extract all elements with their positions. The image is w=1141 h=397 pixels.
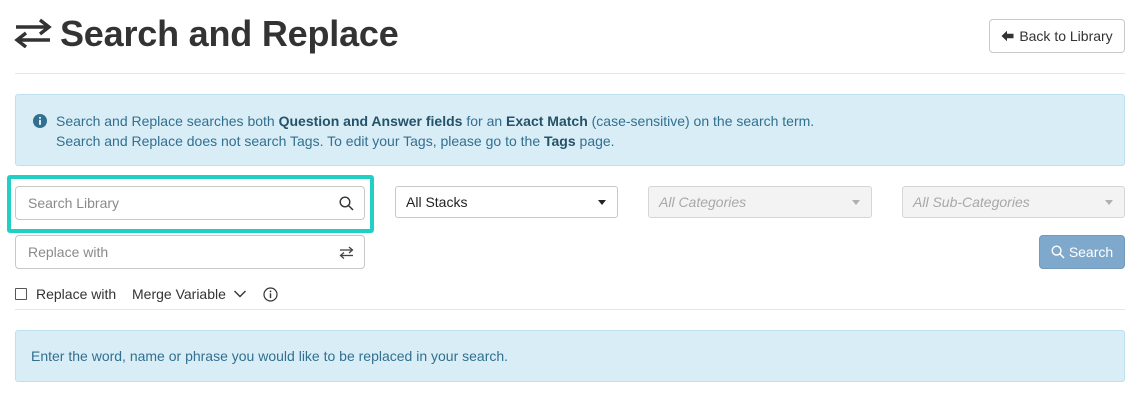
info-text: Search and Replace searches both [56, 113, 279, 129]
search-library-field[interactable] [15, 186, 365, 220]
magnifier-icon [1051, 245, 1065, 259]
info-alert: Search and Replace searches both Questio… [15, 94, 1125, 166]
search-library-input[interactable] [16, 187, 364, 219]
replace-with-input[interactable] [16, 236, 364, 268]
categories-select-value: All Categories [659, 194, 747, 210]
search-button[interactable]: Search [1039, 235, 1125, 269]
info-text: (case-sensitive) on the search term. [587, 113, 815, 129]
caret-down-icon [598, 200, 606, 205]
replace-with-checkbox-label[interactable]: Replace with [36, 286, 116, 302]
info-circle-outline-icon[interactable] [263, 287, 278, 302]
header-divider [15, 73, 1125, 74]
hint-alert: Enter the word, name or phrase you would… [15, 330, 1125, 382]
info-text: page. [575, 133, 615, 149]
page-title: Search and Replace [60, 13, 399, 54]
info-line-1: Search and Replace searches both Questio… [56, 112, 814, 130]
arrow-left-icon [1001, 30, 1014, 42]
magnifier-icon[interactable] [339, 196, 354, 211]
tags-link[interactable]: Tags [544, 133, 576, 149]
replace-with-field[interactable] [15, 235, 365, 269]
back-to-library-label: Back to Library [1019, 28, 1113, 44]
subcategories-select: All Sub-Categories [902, 186, 1125, 218]
categories-select: All Categories [648, 186, 872, 218]
options-divider [15, 309, 1125, 310]
info-text: for an [462, 113, 507, 129]
chevron-down-icon[interactable] [233, 289, 247, 299]
hint-text: Enter the word, name or phrase you would… [31, 348, 509, 364]
info-bold-exact-match: Exact Match [506, 113, 588, 129]
stacks-select[interactable]: All Stacks [395, 186, 618, 218]
caret-down-icon [852, 200, 860, 205]
search-button-label: Search [1068, 244, 1114, 260]
info-bold-fields: Question and Answer fields [278, 113, 463, 129]
info-line-2: Search and Replace does not search Tags.… [56, 132, 615, 150]
info-circle-icon [33, 114, 47, 128]
merge-variable-dropdown[interactable]: Merge Variable [132, 286, 226, 302]
stacks-select-value: All Stacks [406, 194, 468, 210]
subcategories-select-value: All Sub-Categories [913, 194, 1030, 210]
replace-with-checkbox[interactable] [15, 288, 27, 300]
swap-arrows-icon [14, 18, 52, 48]
caret-down-icon [1105, 200, 1113, 205]
info-text: Search and Replace does not search Tags.… [56, 133, 544, 149]
back-to-library-button[interactable]: Back to Library [989, 19, 1125, 53]
swap-arrows-icon[interactable] [339, 245, 354, 260]
